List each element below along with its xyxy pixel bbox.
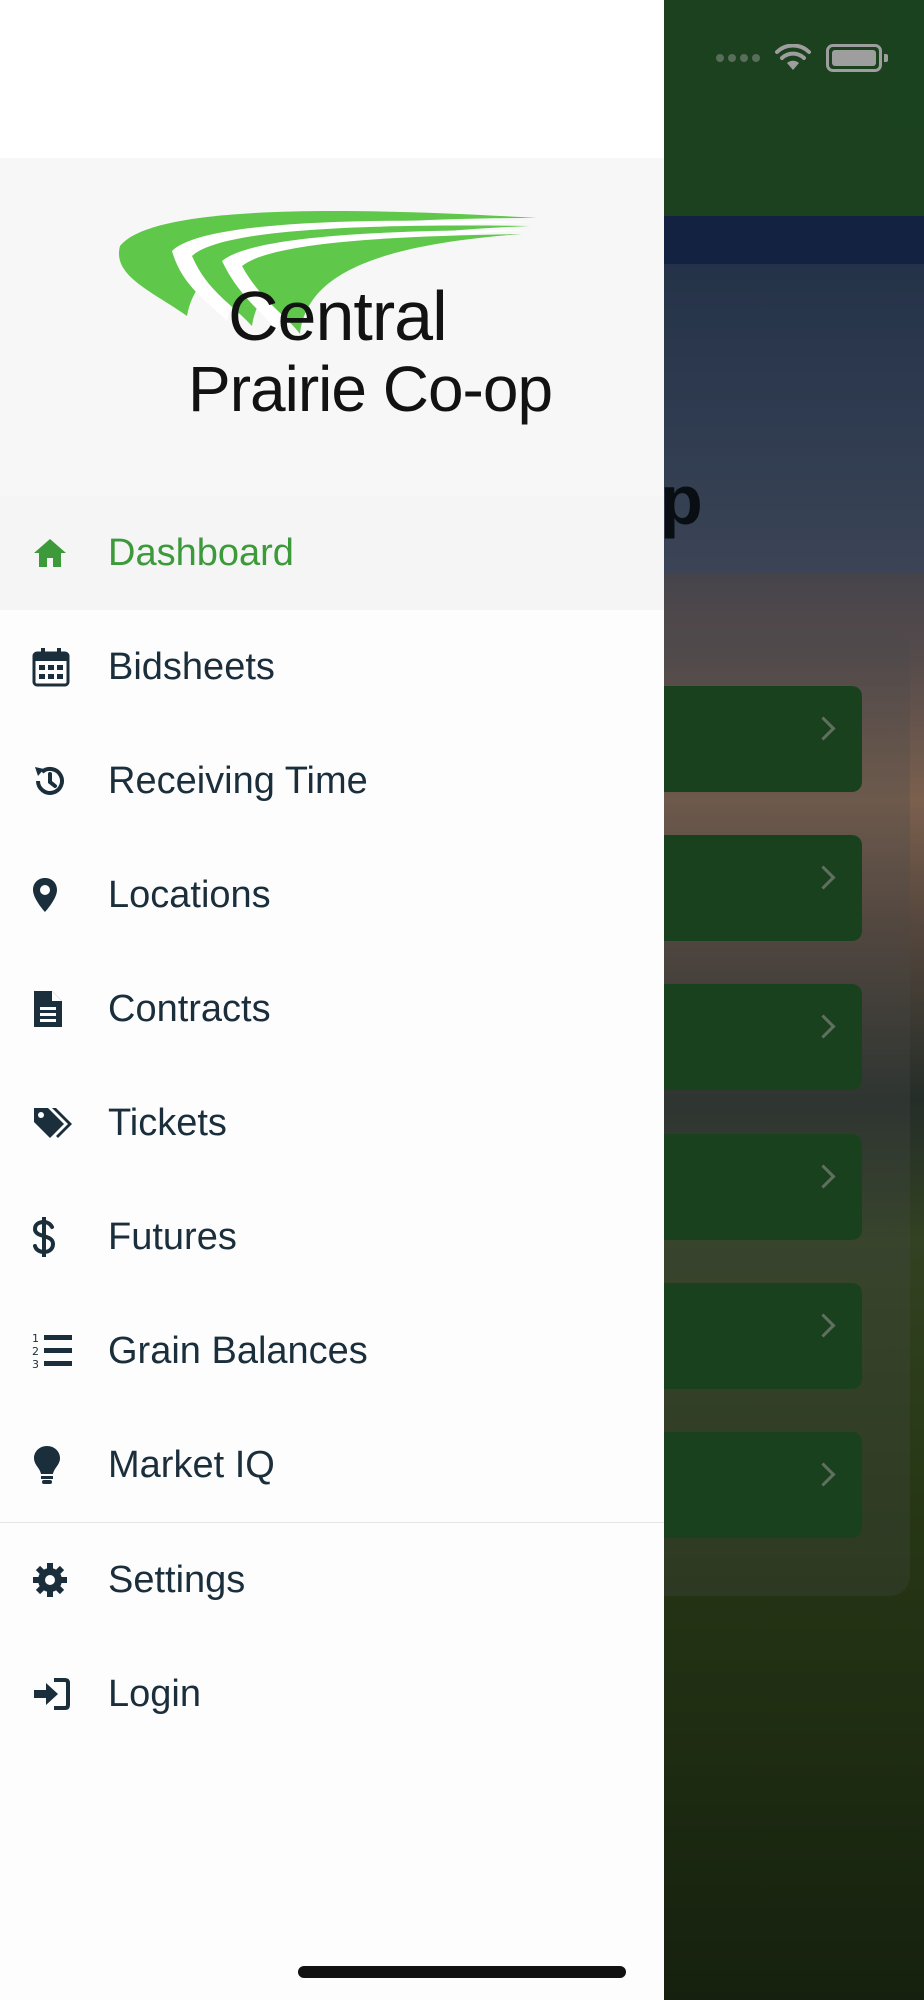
history-icon [32,763,84,799]
sign-in-icon [32,1677,84,1711]
menu-item-locations[interactable]: Locations [0,838,664,952]
svg-text:3: 3 [32,1358,39,1371]
home-icon [32,537,84,569]
menu-item-futures[interactable]: Futures [0,1180,664,1294]
menu-item-label: Settings [108,1558,246,1601]
menu-item-label: Market IQ [108,1443,275,1486]
dollar-icon [32,1217,84,1257]
menu-item-market-iq[interactable]: Market IQ [0,1408,664,1522]
map-marker-icon [32,877,84,913]
svg-text:1: 1 [32,1332,39,1345]
menu-item-receiving-time[interactable]: Receiving Time [0,724,664,838]
menu-item-label: Tickets [108,1101,227,1144]
gear-icon [32,1562,84,1598]
menu-item-label: Login [108,1672,201,1715]
menu-item-label: Dashboard [108,531,294,574]
menu-item-bidsheets[interactable]: Bidsheets [0,610,664,724]
menu-item-login[interactable]: Login [0,1637,664,1751]
home-indicator[interactable] [298,1966,626,1978]
brand-logo: Central Prairie Co-op [0,158,664,496]
menu-item-label: Receiving Time [108,759,368,802]
document-icon [32,989,84,1029]
brand-name-line1: Central [228,277,448,355]
menu-item-dashboard[interactable]: Dashboard [0,496,664,610]
menu-item-label: Futures [108,1215,237,1258]
menu-item-settings[interactable]: Settings [0,1523,664,1637]
brand-name-line2: Prairie Co-op [188,353,553,425]
tags-icon [32,1106,84,1140]
numbered-list-icon: 1 2 3 [32,1331,84,1371]
status-bar-spacer [0,0,664,158]
menu-item-tickets[interactable]: Tickets [0,1066,664,1180]
menu-item-grain-balances[interactable]: 1 2 3 Grain Balances [0,1294,664,1408]
menu-item-contracts[interactable]: Contracts [0,952,664,1066]
menu-item-label: Grain Balances [108,1329,368,1372]
svg-text:2: 2 [32,1345,39,1358]
menu-item-label: Bidsheets [108,645,275,688]
lightbulb-icon [32,1445,84,1485]
navigation-drawer: Central Prairie Co-op Dashboard Bidsheet… [0,0,664,2000]
menu-item-label: Locations [108,873,271,916]
menu-item-label: Contracts [108,987,271,1030]
drawer-overlay[interactable] [664,0,924,2000]
calendar-icon [32,647,84,687]
